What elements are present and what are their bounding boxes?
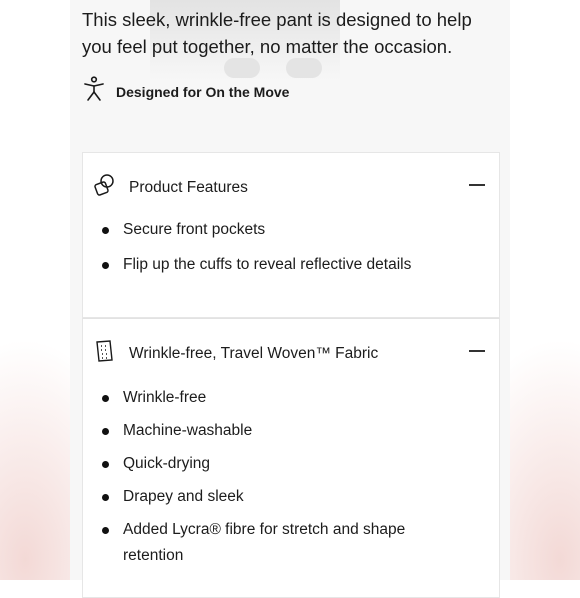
accordion-fabric: Wrinkle-free, Travel Woven™ Fabric Wrink…	[82, 318, 500, 598]
bullet-icon	[102, 494, 109, 501]
list-item: Machine-washable	[83, 418, 483, 453]
accordion-header-product-features[interactable]: Product Features	[93, 173, 248, 202]
accordion-title: Wrinkle-free, Travel Woven™ Fabric	[129, 344, 379, 362]
overlapping-shapes-icon	[93, 173, 117, 202]
list-item-text: Machine-washable	[123, 422, 253, 439]
accordion-product-features: Product Features Secure front pockets Fl…	[82, 152, 500, 318]
list-item: Quick-drying	[83, 451, 483, 486]
list-item: Wrinkle-free	[83, 385, 483, 420]
bullet-icon	[102, 428, 109, 435]
product-description: This sleek, wrinkle-free pant is designe…	[82, 9, 472, 57]
list-item: Secure front pockets	[83, 219, 483, 254]
designed-for-label: Designed for On the Move	[116, 83, 290, 100]
feature-list: Wrinkle-free Machine-washable Quick-dryi…	[83, 385, 483, 569]
list-item-text: Flip up the cuffs to reveal reflective d…	[123, 256, 412, 273]
fabric-swatch-icon	[93, 339, 117, 368]
list-item: Drapey and sleek	[83, 484, 483, 519]
bullet-icon	[102, 262, 109, 269]
person-moving-icon	[82, 76, 106, 107]
list-item-text: Secure front pockets	[123, 221, 266, 238]
list-item: Added Lycra® fibre for stretch and shape…	[83, 517, 483, 569]
list-item-text: Drapey and sleek	[123, 488, 244, 505]
accordion-header-fabric[interactable]: Wrinkle-free, Travel Woven™ Fabric	[93, 339, 378, 368]
collapse-icon[interactable]	[469, 350, 485, 352]
product-image-shoe-left	[224, 58, 260, 78]
collapse-icon[interactable]	[469, 184, 485, 186]
product-image-shoe-right	[286, 58, 322, 78]
list-item-text: Quick-drying	[123, 455, 210, 472]
bullet-icon	[102, 461, 109, 468]
feature-list: Secure front pockets Flip up the cuffs t…	[83, 219, 483, 289]
list-item-text: Added Lycra® fibre for stretch and shape…	[123, 521, 406, 564]
accordion-title: Product Features	[129, 178, 248, 196]
list-item: Flip up the cuffs to reveal reflective d…	[83, 254, 483, 289]
bullet-icon	[102, 527, 109, 534]
designed-for-row: Designed for On the Move	[82, 76, 289, 107]
bullet-icon	[102, 395, 109, 402]
bullet-icon	[102, 227, 109, 234]
list-item-text: Wrinkle-free	[123, 389, 207, 406]
